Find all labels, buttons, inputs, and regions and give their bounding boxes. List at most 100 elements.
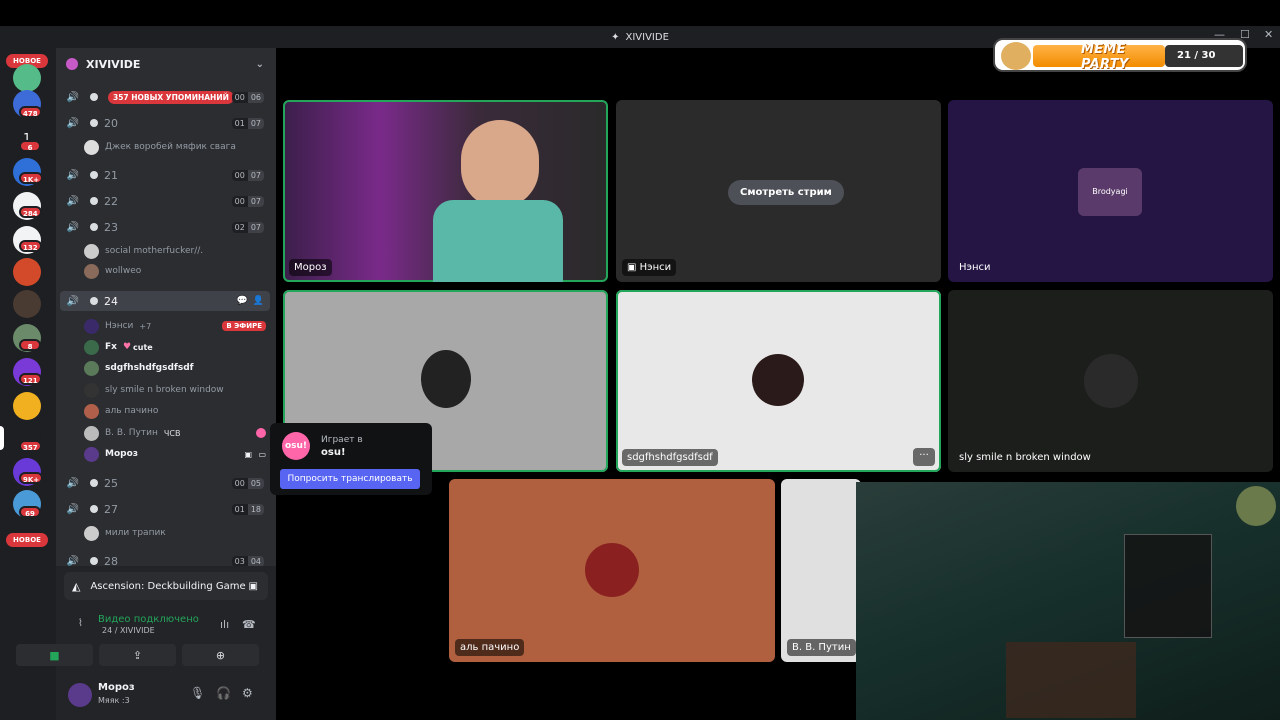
channel-name: 20: [104, 116, 118, 130]
voice-channel-22[interactable]: 🔊 22 00 07: [60, 191, 270, 211]
guild-icon[interactable]: [13, 392, 41, 420]
voice-user-name: В. В. Путин: [105, 428, 158, 438]
voice-user[interactable]: sly smile n broken window: [84, 380, 270, 400]
user-count: 01 07: [231, 117, 264, 129]
avatar[interactable]: [68, 683, 92, 707]
ask-to-stream-button[interactable]: Попросить транслировать: [280, 469, 420, 489]
voice-user[interactable]: sdgfhshdfgsdfsdf: [84, 358, 270, 378]
guild-badge: 69: [19, 506, 41, 518]
tile-label: Мороз: [289, 259, 332, 276]
tile-label: Нэнси: [959, 262, 991, 273]
voice-channel-24[interactable]: 🔊 24 💬 👤: [60, 291, 270, 311]
signal-icon[interactable]: ⌇: [78, 618, 83, 629]
count-current: 02: [231, 221, 248, 233]
avatar: [84, 318, 99, 334]
voice-channel-27[interactable]: 🔊 27 01 18: [60, 499, 270, 519]
channel-dot-icon: [90, 223, 98, 231]
user-tag: cute: [133, 342, 153, 352]
tile-label: В. В. Путин: [787, 639, 856, 656]
mentions-badge[interactable]: 357 НОВЫХ УПОМИНАНИЙ: [108, 90, 234, 104]
count-current: 01: [231, 503, 248, 515]
avatar: [84, 525, 99, 541]
avatar: [84, 243, 99, 259]
user-name[interactable]: Мороз: [98, 682, 135, 693]
avatar: [84, 263, 99, 279]
server-glyph-icon: ✦: [611, 31, 620, 43]
speaker-icon: 🔊: [66, 195, 80, 207]
voice-user-name: мили трапик: [105, 528, 166, 538]
voice-user[interactable]: мили трапик: [84, 523, 270, 543]
screen-share-button[interactable]: ⇪: [99, 644, 176, 666]
voice-user[interactable]: В. В. Путин ЧСВ: [84, 423, 270, 443]
noise-suppression-icon[interactable]: ılı: [220, 618, 229, 631]
guild-icon[interactable]: [13, 290, 41, 318]
channel-name: 22: [104, 194, 118, 208]
video-tile-putin[interactable]: В. В. Путин: [781, 479, 861, 662]
close-button[interactable]: ✕: [1264, 28, 1273, 41]
camera-button[interactable]: ■: [16, 644, 93, 666]
voice-user[interactable]: wollweo: [84, 261, 270, 281]
headphones-icon[interactable]: 🎧: [216, 686, 231, 700]
channel-dot-icon: [90, 505, 98, 513]
voice-user[interactable]: Джек воробей мяфик свага: [84, 137, 270, 157]
voice-channel-23[interactable]: 🔊 23 02 07: [60, 217, 270, 237]
watch-stream-button[interactable]: Смотреть стрим: [728, 180, 844, 205]
guild-icon[interactable]: [13, 258, 41, 286]
webcam-face: [461, 120, 539, 208]
new-indicator-bottom[interactable]: НОВОЕ: [6, 533, 48, 547]
video-tile-pacino[interactable]: аль пачино: [449, 479, 775, 662]
avatar: [84, 139, 99, 155]
guild-badge: 121: [19, 373, 42, 385]
active-guild-indicator: [0, 426, 4, 450]
voice-channel-25[interactable]: 🔊 25 00 05: [60, 473, 270, 493]
channel-dot-icon: [90, 119, 98, 127]
count-limit: 07: [247, 195, 264, 207]
tile-label: ▣ Нэнси: [622, 259, 677, 276]
guild-badge: 357: [19, 440, 42, 452]
speaker-icon: 🔊: [66, 295, 80, 307]
meme-party-title: MEME PARTY: [1081, 42, 1129, 72]
guild-icon[interactable]: [13, 64, 41, 92]
activities-button[interactable]: ⊕: [182, 644, 259, 666]
voice-user[interactable]: Мороз ▣ ▭: [84, 444, 270, 464]
stream-icon: ▣: [627, 262, 640, 273]
voice-user-name: wollweo: [105, 266, 142, 276]
user-status[interactable]: Мяяк :3: [98, 696, 130, 705]
extra-count: +7: [139, 321, 152, 331]
count-current: 00: [231, 169, 248, 181]
channel-name: 25: [104, 476, 118, 490]
avatar: [84, 403, 99, 419]
voice-user[interactable]: аль пачино: [84, 401, 270, 421]
voice-channel[interactable]: 🔊 357 НОВЫХ УПОМИНАНИЙ 00 06: [60, 87, 270, 107]
more-options-icon[interactable]: ···: [913, 448, 935, 466]
voice-location[interactable]: 24 / XIVIVIDE: [102, 626, 155, 635]
invite-user-icon[interactable]: 👤: [253, 296, 264, 306]
voice-channel-21[interactable]: 🔊 21 00 07: [60, 165, 270, 185]
activity-share-icon[interactable]: ▣: [249, 581, 258, 592]
video-tile-moroz[interactable]: Мороз: [283, 100, 608, 282]
voice-user[interactable]: Fx ♥ cute: [84, 337, 270, 357]
chat-bubble-icon[interactable]: 💬: [237, 296, 248, 306]
avatar: [84, 446, 99, 462]
voice-channel-20[interactable]: 🔊 20 01 07: [60, 113, 270, 133]
video-tile-nancy[interactable]: Brodyagi Нэнси: [948, 100, 1273, 282]
activity-popup: osu! Играет в osu! Попросить транслирова…: [270, 423, 432, 495]
window-title: XIVIVIDE: [625, 31, 669, 43]
minimap: [1236, 486, 1276, 526]
count-limit: 04: [247, 555, 264, 567]
chevron-down-icon[interactable]: ⌄: [256, 59, 264, 70]
voice-user-name: Fx: [105, 342, 117, 352]
video-tile-sly[interactable]: sly smile n broken window: [948, 290, 1273, 472]
activity-row[interactable]: ◭ Ascension: Deckbuilding Game ▣: [64, 572, 268, 600]
disconnect-icon[interactable]: ☎: [242, 618, 256, 631]
voice-connected-label[interactable]: Видео подключено: [98, 614, 199, 625]
guild-badge: 6: [19, 140, 41, 152]
gear-icon[interactable]: ⚙: [242, 686, 253, 700]
voice-user[interactable]: Нэнси +7 В ЭФИРЕ: [84, 316, 270, 336]
server-header[interactable]: XIVIVIDE ⌄: [56, 48, 276, 80]
stream-tile-nancy[interactable]: Смотреть стрим ▣ Нэнси: [616, 100, 941, 282]
voice-user[interactable]: social motherfucker//.: [84, 241, 270, 261]
speaker-icon: 🔊: [66, 555, 80, 567]
microphone-icon[interactable]: 🎙: [190, 686, 205, 700]
video-tile-sdgf[interactable]: sdgfhshdfgsdfsdf ···: [616, 290, 941, 472]
